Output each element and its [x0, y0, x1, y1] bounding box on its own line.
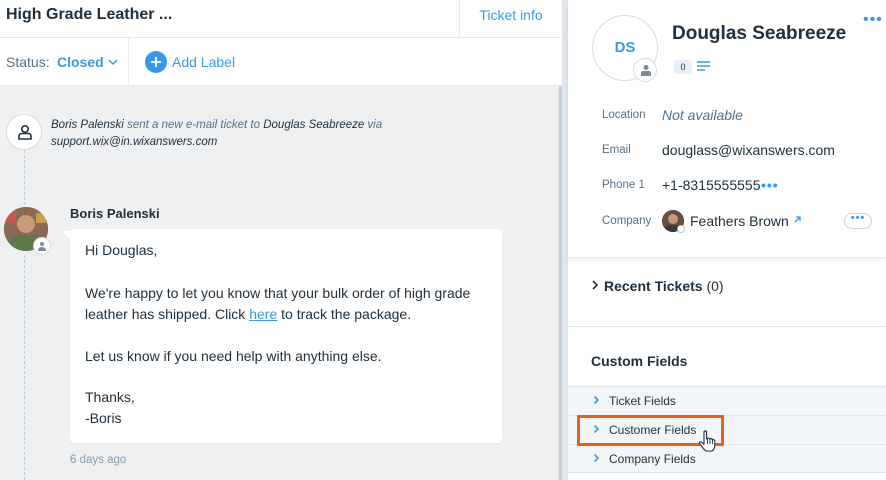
- company-fields-label: Company Fields: [609, 452, 696, 466]
- contact-name: Douglas Seabreeze: [672, 23, 847, 44]
- company-badge-icon: [677, 225, 685, 233]
- recent-tickets-label: Recent Tickets (0): [604, 278, 724, 294]
- message-thanks: Thanks,: [85, 389, 135, 405]
- chevron-right-icon: [593, 424, 600, 434]
- system-address: support.wix@in.wixanswers.com: [51, 136, 218, 148]
- plus-icon: [145, 51, 167, 73]
- status-dropdown[interactable]: Closed: [57, 54, 104, 70]
- company-label: Company: [602, 215, 652, 227]
- customer-badge-icon: [633, 58, 657, 82]
- agent-badge-icon: [33, 237, 51, 255]
- message-timestamp: 6 days ago: [70, 454, 127, 466]
- system-action: sent a new e-mail ticket to: [123, 119, 264, 131]
- more-options-icon[interactable]: •••: [863, 12, 883, 28]
- timeline-connector: [24, 150, 25, 210]
- phone-more-icon[interactable]: •••: [761, 178, 779, 192]
- ticket-title: High Grade Leather ...: [6, 6, 173, 23]
- header-divider: [128, 38, 129, 86]
- company-link[interactable]: Feathers Brown: [690, 213, 789, 229]
- conversation-pane: High Grade Leather ... Ticket info Statu…: [0, 0, 562, 480]
- system-event-text: Boris Palenski sent a new e-mail ticket …: [51, 117, 411, 151]
- system-target: Douglas Seabreeze: [263, 119, 365, 131]
- recent-tickets-count: (0): [706, 278, 724, 294]
- ticket-fields-row[interactable]: Ticket Fields: [568, 386, 886, 415]
- ticket-header: High Grade Leather ... Ticket info Statu…: [0, 0, 562, 86]
- email-value[interactable]: douglass@wixanswers.com: [662, 142, 835, 158]
- custom-fields-title: Custom Fields: [591, 353, 688, 369]
- company-more-button[interactable]: •••: [844, 213, 872, 229]
- email-label: Email: [602, 144, 631, 156]
- message-greeting: Hi Douglas,: [85, 242, 158, 258]
- chevron-right-icon: [592, 280, 599, 290]
- track-package-link[interactable]: here: [249, 306, 277, 322]
- chevron-right-icon: [593, 453, 600, 463]
- ticket-title-row: High Grade Leather ... Ticket info: [0, 0, 562, 38]
- message-body: We're happy to let you know that your bu…: [85, 283, 490, 325]
- recent-tickets-title: Recent Tickets: [604, 278, 703, 294]
- location-label: Location: [602, 109, 646, 121]
- add-label-text: Add Label: [172, 54, 236, 70]
- recent-tickets-section[interactable]: Recent Tickets (0): [568, 259, 886, 327]
- status-label: Status:: [6, 54, 50, 70]
- sender-name: Boris Palenski: [70, 206, 160, 221]
- customer-panel: DS Douglas Seabreeze ••• 0 Location Not …: [568, 0, 886, 480]
- message-bubble: Hi Douglas, We're happy to let you know …: [70, 229, 502, 443]
- phone-label: Phone 1: [602, 179, 645, 191]
- system-via: via: [364, 119, 383, 131]
- system-actor: Boris Palenski: [51, 119, 124, 131]
- company-fields-row[interactable]: Company Fields: [568, 444, 886, 473]
- timeline-connector: [24, 255, 25, 480]
- chevron-down-icon[interactable]: [108, 55, 118, 69]
- message-signoff: -Boris: [85, 410, 122, 426]
- message-body-post: to track the package.: [277, 306, 412, 322]
- system-event-user-icon: [6, 114, 42, 150]
- phone-value[interactable]: +1-8315555555: [662, 177, 761, 193]
- hand-pointer-icon: [698, 430, 716, 452]
- list-icon[interactable]: [697, 61, 710, 71]
- message-help: Let us know if you need help with anythi…: [85, 348, 382, 364]
- ticket-fields-label: Ticket Fields: [609, 394, 676, 408]
- chevron-right-icon: [593, 395, 600, 405]
- customer-fields-row[interactable]: Customer Fields: [568, 415, 886, 444]
- ticket-info-tab[interactable]: Ticket info: [459, 0, 562, 37]
- contact-card: DS Douglas Seabreeze ••• 0 Location Not …: [568, 0, 886, 258]
- external-link-icon[interactable]: [793, 215, 802, 224]
- customer-fields-label: Customer Fields: [609, 423, 697, 437]
- contact-count-badge: 0: [674, 60, 692, 74]
- location-value: Not available: [662, 107, 743, 123]
